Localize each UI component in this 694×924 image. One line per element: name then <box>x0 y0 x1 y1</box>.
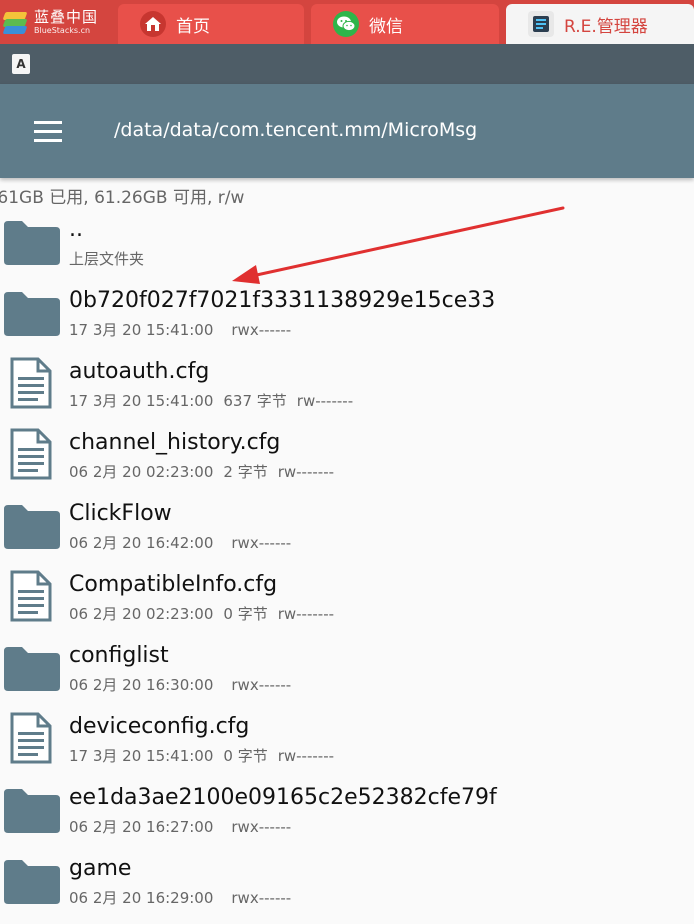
bluestacks-brand: 蓝叠中国 BlueStacks.cn <box>0 0 112 44</box>
folder-icon <box>0 286 64 338</box>
list-item-file[interactable]: deviceconfig.cfg 17 3月 20 15:41:00 0 字节 rw… <box>0 702 694 773</box>
folder-icon <box>0 783 64 835</box>
list-item-folder[interactable]: configlist 06 2月 20 16:30:00 rwx------ <box>0 631 694 702</box>
tab-wechat-label: 微信 <box>369 16 403 37</box>
tab-home-label: 首页 <box>176 16 210 37</box>
file-date: 06 2月 20 16:29:00 <box>69 889 214 907</box>
file-permissions: rw------- <box>277 605 335 623</box>
file-size: 0 字节 <box>223 605 268 623</box>
file-date: 17 3月 20 15:41:00 <box>69 747 214 765</box>
list-item-file[interactable]: channel_history.cfg 06 2月 20 02:23:00 2 字… <box>0 418 694 489</box>
file-subtitle: 上层文件夹 <box>69 250 145 268</box>
folder-icon <box>0 499 64 551</box>
file-permissions: rwx------ <box>231 889 292 907</box>
file-date: 06 2月 20 16:42:00 <box>69 534 214 552</box>
notification-app-icon: A <box>12 54 30 74</box>
folder-icon <box>0 854 64 906</box>
file-name: configlist <box>69 643 169 668</box>
file-permissions: rwx------ <box>231 321 292 339</box>
tab-re-manager-label: R.E.管理器 <box>564 16 648 37</box>
re-manager-icon <box>528 11 554 37</box>
list-item-file[interactable]: autoauth.cfg 17 3月 20 15:41:00 637 字节 rw--… <box>0 347 694 418</box>
folder-icon <box>0 215 64 267</box>
file-date: 06 2月 20 16:27:00 <box>69 818 214 836</box>
app-window: 蓝叠中国 BlueStacks.cn 首页 微信 R.E.管理器 A /data… <box>0 0 694 924</box>
file-permissions: rwx------ <box>231 676 292 694</box>
file-name: .. <box>69 217 83 242</box>
folder-icon <box>0 641 64 693</box>
list-item-folder[interactable]: game 06 2月 20 16:29:00 rwx------ <box>0 844 694 915</box>
file-permissions: rwx------ <box>231 818 292 836</box>
file-name: channel_history.cfg <box>69 430 281 455</box>
document-icon <box>0 428 64 480</box>
file-list: .. 上层文件夹 0b720f027f7021f3331138929e15ce3… <box>0 205 694 915</box>
file-date: 06 2月 20 16:30:00 <box>69 676 214 694</box>
file-size: 0 字节 <box>223 747 268 765</box>
document-icon <box>0 712 64 764</box>
home-icon <box>140 11 166 37</box>
file-permissions: rw------- <box>277 747 335 765</box>
list-item-file[interactable]: CompatibleInfo.cfg 06 2月 20 02:23:00 0 字节… <box>0 560 694 631</box>
brand-name-en: BlueStacks.cn <box>34 26 91 35</box>
file-permissions: rwx------ <box>231 534 292 552</box>
list-item-folder[interactable]: 0b720f027f7021f3331138929e15ce33 17 3月 2… <box>0 276 694 347</box>
list-item-folder[interactable]: ee1da3ae2100e09165c2e52382cfe79f 06 2月 2… <box>0 773 694 844</box>
emulator-tab-bar: 蓝叠中国 BlueStacks.cn 首页 微信 R.E.管理器 <box>0 0 694 44</box>
file-date: 17 3月 20 15:41:00 <box>69 321 214 339</box>
file-date: 17 3月 20 15:41:00 <box>69 392 214 410</box>
bluestacks-logo-icon <box>2 8 30 36</box>
tab-re-manager[interactable]: R.E.管理器 <box>506 4 694 44</box>
android-status-bar: A <box>0 44 694 84</box>
list-item-parent-folder[interactable]: .. 上层文件夹 <box>0 205 694 276</box>
tab-home[interactable]: 首页 <box>118 4 304 44</box>
file-permissions: rw------- <box>277 463 335 481</box>
file-date: 06 2月 20 02:23:00 <box>69 463 214 481</box>
wechat-icon <box>333 11 359 37</box>
file-name: deviceconfig.cfg <box>69 714 250 739</box>
file-name: 0b720f027f7021f3331138929e15ce33 <box>69 288 496 313</box>
current-path-title: /data/data/com.tencent.mm/MicroMsg <box>114 119 478 141</box>
file-size: 637 字节 <box>223 392 287 410</box>
brand-name-cn: 蓝叠中国 <box>34 8 99 26</box>
file-date: 06 2月 20 02:23:00 <box>69 605 214 623</box>
hamburger-menu-icon[interactable] <box>26 116 70 148</box>
tab-wechat[interactable]: 微信 <box>311 4 499 44</box>
document-icon <box>0 570 64 622</box>
file-name: ClickFlow <box>69 501 172 526</box>
file-name: CompatibleInfo.cfg <box>69 572 278 597</box>
document-icon <box>0 357 64 409</box>
file-size: 2 字节 <box>223 463 268 481</box>
file-name: ee1da3ae2100e09165c2e52382cfe79f <box>69 785 497 810</box>
file-permissions: rw------- <box>296 392 354 410</box>
file-name: game <box>69 856 132 881</box>
list-item-folder[interactable]: ClickFlow 06 2月 20 16:42:00 rwx------ <box>0 489 694 560</box>
app-toolbar: /data/data/com.tencent.mm/MicroMsg <box>0 84 694 178</box>
file-name: autoauth.cfg <box>69 359 210 384</box>
